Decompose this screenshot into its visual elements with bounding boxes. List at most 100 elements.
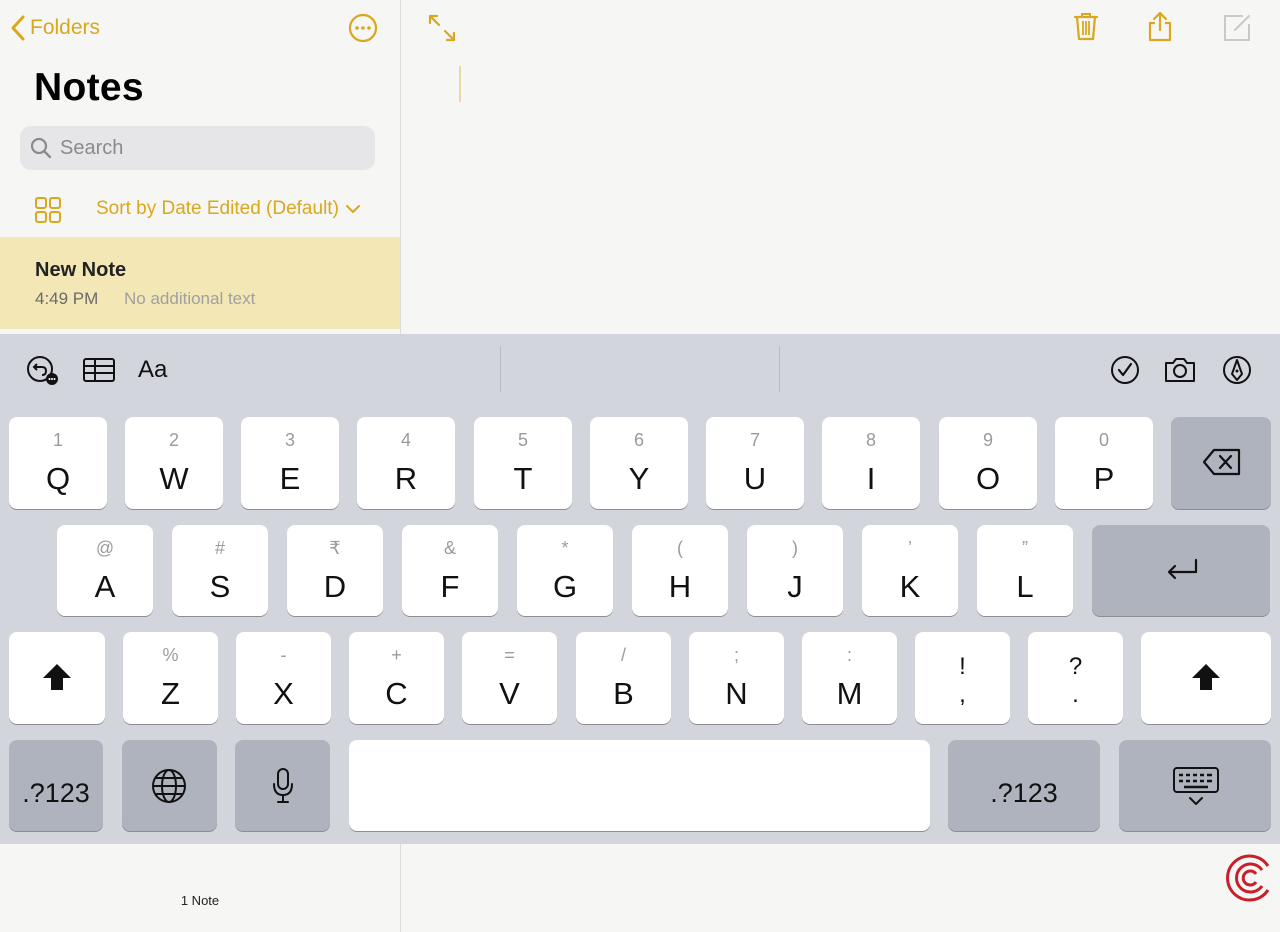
- key-label: L: [1016, 569, 1034, 604]
- more-options-icon[interactable]: [347, 12, 379, 44]
- backspace-icon: [1202, 448, 1241, 476]
- key-hint: 8: [865, 430, 876, 450]
- key-label: I: [866, 461, 876, 496]
- watermark-logo: [1226, 854, 1270, 902]
- key-hint: 2: [168, 430, 179, 450]
- key-s[interactable]: # S: [172, 525, 268, 616]
- trash-icon[interactable]: [1070, 10, 1102, 42]
- key-label: R: [394, 461, 418, 496]
- text-format-button[interactable]: Aa: [138, 356, 167, 384]
- note-preview: No additional text: [124, 289, 256, 308]
- space-bar[interactable]: [349, 740, 930, 831]
- expand-icon[interactable]: [426, 12, 458, 44]
- checklist-icon[interactable]: [1108, 354, 1142, 386]
- compose-icon[interactable]: [1221, 12, 1253, 44]
- undo-redo-icon[interactable]: [24, 354, 58, 386]
- key-label: A: [94, 569, 116, 604]
- key-j[interactable]: ) J: [747, 525, 843, 616]
- key-label: H: [668, 569, 692, 604]
- key-hint: ): [792, 538, 798, 558]
- key-r[interactable]: 4R: [357, 417, 455, 509]
- key-p[interactable]: 0P: [1055, 417, 1153, 509]
- key-d[interactable]: ₹ D: [287, 525, 383, 616]
- key-w[interactable]: 2W: [125, 417, 223, 509]
- notes-count: 1 Note: [180, 893, 220, 908]
- back-label: Folders: [30, 16, 101, 39]
- key-hint: #: [214, 538, 225, 558]
- on-screen-keyboard: Aa 1Q 2W 3E 4R 5T 6Y 7U 8I 9O 0P @ A # S ₹…: [0, 334, 1280, 844]
- microphone-icon: [273, 768, 293, 803]
- numbers-key-right[interactable]: .?123: [948, 740, 1100, 831]
- key-c[interactable]: + C: [349, 632, 444, 724]
- key-label: Z: [161, 676, 180, 711]
- key-label: Q: [45, 461, 71, 496]
- key-o[interactable]: 9O: [939, 417, 1037, 509]
- share-icon[interactable]: [1144, 10, 1176, 42]
- key-exclamation-comma[interactable]: !,: [915, 632, 1010, 724]
- markup-pen-icon[interactable]: [1220, 354, 1254, 386]
- key-hint: @: [95, 538, 115, 558]
- shift-key-right[interactable]: [1141, 632, 1271, 724]
- key-hint: 5: [517, 430, 528, 450]
- key-hint: 6: [633, 430, 644, 450]
- key-hint: ;: [733, 645, 739, 665]
- key-k[interactable]: ’ K: [862, 525, 958, 616]
- key-label: V: [499, 676, 520, 711]
- key-z[interactable]: % Z: [123, 632, 218, 724]
- key-l[interactable]: ” L: [977, 525, 1073, 616]
- shift-key-left[interactable]: [9, 632, 105, 724]
- gallery-view-icon[interactable]: [34, 196, 62, 224]
- note-list-item[interactable]: New Note 4:49 PM No additional text: [0, 237, 400, 329]
- search-bar[interactable]: [20, 126, 375, 170]
- shift-icon: [43, 664, 71, 690]
- search-input[interactable]: [58, 135, 362, 161]
- microphone-key[interactable]: [235, 740, 330, 831]
- camera-icon[interactable]: [1163, 354, 1197, 386]
- return-icon: [1167, 558, 1198, 580]
- key-label: C: [385, 676, 408, 711]
- key-y[interactable]: 6Y: [590, 417, 688, 509]
- key-hint: /: [620, 645, 626, 665]
- key-label: P: [1093, 461, 1115, 496]
- key-b[interactable]: / B: [576, 632, 671, 724]
- key-h[interactable]: (H: [632, 525, 728, 616]
- key-n[interactable]: ; N: [689, 632, 784, 724]
- key-hint: =: [504, 645, 515, 665]
- key-v[interactable]: = V: [462, 632, 557, 724]
- sort-dropdown[interactable]: Sort by Date Edited (Default): [96, 198, 361, 220]
- key-label: G: [552, 569, 578, 604]
- return-key[interactable]: [1092, 525, 1270, 616]
- key-e[interactable]: 3E: [241, 417, 339, 509]
- key-hint: ₹: [329, 538, 341, 558]
- key-alt-label: !: [959, 653, 966, 680]
- key-a[interactable]: @ A: [57, 525, 153, 616]
- keyboard-dismiss-icon: [1173, 767, 1219, 805]
- key-hint: 3: [284, 430, 295, 450]
- key-alt-label: ?: [1068, 653, 1083, 680]
- key-u[interactable]: 7U: [706, 417, 804, 509]
- dismiss-keyboard-key[interactable]: [1119, 740, 1271, 831]
- key-q[interactable]: 1Q: [9, 417, 107, 509]
- key-label: K: [899, 569, 921, 604]
- key-hint: ’: [908, 538, 912, 558]
- key-hint: 9: [982, 430, 993, 450]
- key-g[interactable]: * G: [517, 525, 613, 616]
- key-label: .: [1072, 681, 1079, 708]
- key-label: D: [323, 569, 347, 604]
- key-m[interactable]: :M: [802, 632, 897, 724]
- key-hint: 0: [1098, 430, 1109, 450]
- delete-key[interactable]: [1171, 417, 1271, 509]
- key-label: .?123: [990, 778, 1058, 808]
- key-f[interactable]: & F: [402, 525, 498, 616]
- sort-label: Sort by Date Edited (Default): [96, 198, 339, 219]
- back-to-folders-button[interactable]: Folders: [10, 12, 100, 44]
- table-icon[interactable]: [82, 354, 116, 386]
- key-x[interactable]: -X: [236, 632, 331, 724]
- key-t[interactable]: 5T: [474, 417, 572, 509]
- search-icon: [30, 137, 52, 159]
- key-i[interactable]: 8I: [822, 417, 920, 509]
- key-question-period[interactable]: ?.: [1028, 632, 1123, 724]
- numbers-key-left[interactable]: .?123: [9, 740, 103, 831]
- key-label: .?123: [22, 778, 90, 808]
- globe-key[interactable]: [122, 740, 217, 831]
